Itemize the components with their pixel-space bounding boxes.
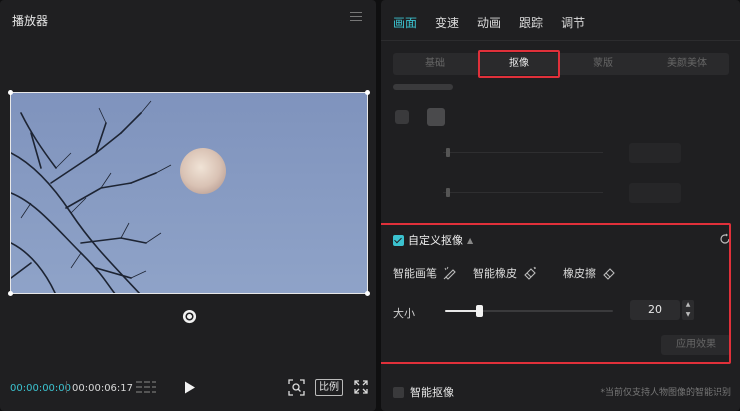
smart-brush-icon: [443, 266, 456, 280]
subtab-cutout[interactable]: 抠像: [477, 53, 561, 75]
custom-cutout-header[interactable]: 自定义抠像 ▲: [393, 232, 473, 248]
reset-icon[interactable]: [719, 233, 731, 245]
play-icon[interactable]: [184, 381, 196, 394]
size-slider[interactable]: [445, 305, 613, 317]
custom-cutout-checkbox[interactable]: [393, 234, 404, 246]
smart-eraser-tool[interactable]: 智能橡皮: [473, 265, 537, 281]
subtab-basic[interactable]: 基础: [393, 53, 477, 75]
disabled-input: [629, 143, 681, 163]
player-panel: 播放器 00:00:00:00 00:00:06:17 比例: [0, 0, 376, 411]
disabled-slider: [443, 152, 603, 153]
menu-icon[interactable]: [350, 12, 362, 22]
sub-tabs: 基础 抠像 蒙版 美颜美体: [393, 53, 729, 75]
disabled-option: [393, 84, 453, 90]
crop-handle-top-right[interactable]: [365, 90, 370, 95]
smart-cutout-row: 智能抠像 *当前仅支持人物图像的智能识别: [393, 384, 731, 400]
disabled-slider-knob: [446, 148, 450, 157]
eraser-icon: [603, 268, 615, 280]
size-slider-fill: [445, 310, 479, 312]
collapse-icon[interactable]: ▲: [467, 236, 473, 245]
properties-panel: 画面 变速 动画 跟踪 调节 基础 抠像 蒙版 美颜美体 自定义抠像 ▲ 智能画: [381, 0, 740, 411]
tab-adjust[interactable]: 调节: [561, 14, 585, 31]
smart-brush-tool[interactable]: 智能画笔: [393, 265, 457, 281]
timecode-current: 00:00:00:00: [10, 383, 72, 394]
disabled-input-2: [629, 183, 681, 203]
timecode-total: 00:00:06:17: [72, 383, 134, 394]
disabled-slider-knob-2: [446, 188, 450, 197]
subtab-beauty[interactable]: 美颜美体: [645, 53, 729, 75]
main-tabs: 画面 变速 动画 跟踪 调节: [393, 14, 603, 31]
timecode-divider: [66, 381, 67, 393]
ratio-button[interactable]: 比例: [315, 379, 343, 396]
smart-brush-label: 智能画笔: [393, 267, 437, 280]
video-preview[interactable]: [10, 92, 368, 294]
cutout-tools: 智能画笔 智能橡皮 橡皮擦: [393, 265, 632, 281]
subtab-mask[interactable]: 蒙版: [561, 53, 645, 75]
rotate-icon[interactable]: [182, 309, 197, 324]
smart-eraser-label: 智能橡皮: [473, 267, 517, 280]
disabled-swatch: [395, 110, 409, 124]
tab-animation[interactable]: 动画: [477, 14, 501, 31]
moon-scene: [11, 93, 367, 293]
fullscreen-icon[interactable]: [354, 380, 368, 394]
smart-cutout-checkbox[interactable]: [393, 386, 404, 398]
smart-eraser-icon: [524, 266, 536, 280]
tab-speed[interactable]: 变速: [435, 14, 459, 31]
grid-icon[interactable]: [136, 381, 156, 394]
eraser-tool[interactable]: 橡皮擦: [563, 265, 616, 281]
custom-cutout-title: 自定义抠像: [408, 234, 463, 247]
fit-view-icon[interactable]: [288, 379, 305, 396]
apply-effect-button[interactable]: 应用效果: [661, 335, 731, 355]
smart-cutout-label: 智能抠像: [410, 386, 454, 399]
size-slider-knob[interactable]: [476, 305, 483, 317]
stepper-down-icon[interactable]: ▼: [682, 310, 694, 320]
tabs-divider: [381, 40, 740, 41]
disabled-slider-2: [443, 192, 603, 193]
eraser-label: 橡皮擦: [563, 267, 596, 280]
crop-handle-bottom-right[interactable]: [365, 291, 370, 296]
crop-handle-top-left[interactable]: [8, 90, 13, 95]
size-label: 大小: [393, 307, 415, 320]
tab-picture[interactable]: 画面: [393, 14, 417, 31]
size-input[interactable]: 20: [630, 300, 680, 320]
player-title: 播放器: [12, 14, 49, 28]
tab-tracking[interactable]: 跟踪: [519, 14, 543, 31]
crop-handle-bottom-left[interactable]: [8, 291, 13, 296]
disabled-picker: [427, 108, 445, 126]
smart-cutout-note: *当前仅支持人物图像的智能识别: [600, 388, 731, 398]
size-stepper[interactable]: ▲ ▼: [682, 300, 694, 320]
stepper-up-icon[interactable]: ▲: [682, 300, 694, 310]
